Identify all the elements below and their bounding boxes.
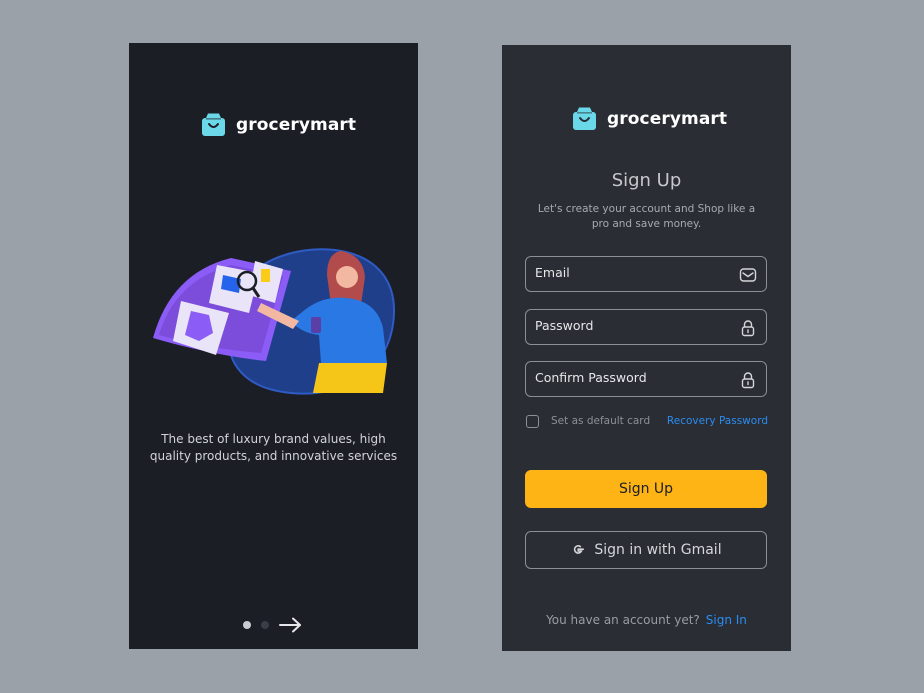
lock-icon: [741, 372, 755, 389]
default-card-row: Set as default card Recovery Password: [526, 415, 768, 431]
default-card-label: Set as default card: [551, 415, 651, 427]
gmail-button-label: Sign in with Gmail: [594, 542, 722, 558]
signin-question: You have an account yet?: [546, 613, 700, 627]
brand-name: grocerymart: [607, 108, 728, 129]
onboarding-screen: grocerymart The best of luxury brand val…: [129, 43, 418, 649]
caption-line-2: quality products, and innovative service…: [149, 449, 398, 463]
recovery-password-link[interactable]: Recovery Password: [667, 415, 768, 427]
mail-icon: [739, 268, 757, 282]
pager-dot-active[interactable]: [243, 621, 251, 629]
arrow-right-icon[interactable]: [279, 617, 303, 633]
sign-in-link[interactable]: Sign In: [706, 613, 747, 627]
onboarding-illustration: [153, 248, 396, 395]
brand-logo: grocerymart: [572, 106, 727, 131]
sign-up-button[interactable]: Sign Up: [525, 470, 767, 508]
google-icon: [574, 545, 585, 554]
gmail-sign-in-button[interactable]: Sign in with Gmail: [525, 531, 767, 569]
pager-dot[interactable]: [261, 621, 269, 629]
password-field[interactable]: Password: [525, 309, 767, 345]
email-field[interactable]: Email: [525, 256, 767, 292]
page-subtitle: Let's create your account and Shop like …: [526, 202, 767, 232]
shopping-bag-icon: [573, 107, 596, 130]
caption-line-1: The best of luxury brand values, high: [161, 432, 386, 446]
signup-screen: grocerymart Sign Up Let's create your ac…: [502, 45, 791, 651]
subtitle-line-1: Let's create your account and Shop like …: [537, 203, 756, 215]
page-title: Sign Up: [611, 170, 682, 191]
default-card-checkbox[interactable]: [526, 415, 539, 428]
subtitle-line-2: pro and save money.: [591, 218, 702, 230]
brand-name: grocerymart: [236, 114, 357, 135]
onboarding-caption: The best of luxury brand values, high qu…: [129, 431, 418, 465]
confirm-password-field[interactable]: Confirm Password: [525, 361, 767, 397]
confirm-password-input[interactable]: [526, 362, 766, 396]
lock-icon: [741, 320, 755, 337]
onboarding-pager: [243, 617, 303, 633]
brand-logo: grocerymart: [201, 112, 356, 137]
shopping-bag-icon: [202, 113, 225, 136]
password-input[interactable]: [526, 310, 766, 344]
email-input[interactable]: [526, 257, 766, 291]
signin-prompt: You have an account yet? Sign In: [502, 613, 791, 627]
